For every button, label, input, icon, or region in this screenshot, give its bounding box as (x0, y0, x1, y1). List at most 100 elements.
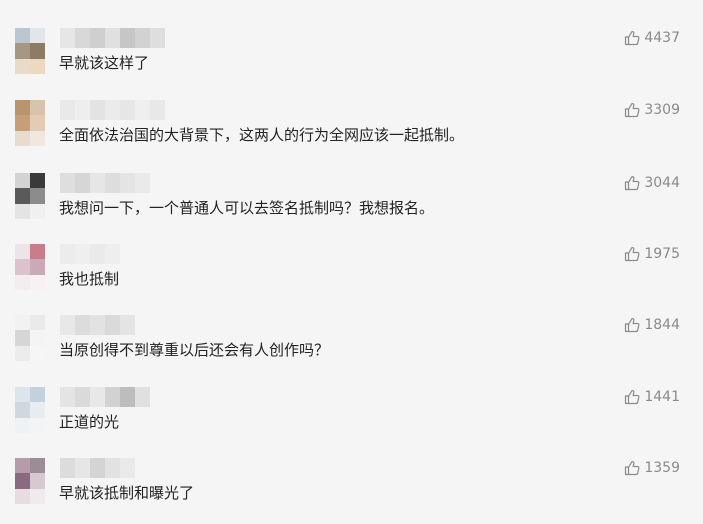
comment-item: 早就该抵制和曝光了 1359 (0, 430, 703, 504)
username-blurred[interactable] (60, 387, 150, 407)
like-button[interactable]: 1844 (624, 317, 680, 333)
avatar-pixel (30, 130, 45, 146)
thumbs-up-icon (624, 175, 640, 191)
username-pixel (60, 244, 75, 264)
like-button[interactable]: 1975 (624, 246, 680, 262)
avatar-pixel (30, 43, 45, 59)
username-pixel (90, 387, 105, 407)
username-pixel (120, 28, 135, 48)
username-pixel (75, 244, 90, 264)
avatar-pixel (30, 458, 45, 474)
avatar-pixel (30, 259, 45, 275)
username-pixel (135, 28, 150, 48)
avatar-pixel (15, 387, 30, 403)
like-button[interactable]: 1441 (624, 389, 680, 405)
username-pixel (120, 173, 135, 193)
like-button[interactable]: 3044 (624, 175, 680, 191)
username-pixel (90, 100, 105, 120)
comment-item: 当原创得不到尊重以后还会有人创作吗？ 1844 (0, 287, 703, 361)
like-count: 4437 (644, 30, 680, 46)
username-pixel (60, 100, 75, 120)
username-pixel (60, 315, 75, 335)
avatar-pixel (30, 402, 45, 418)
username-pixel (135, 387, 150, 407)
avatar-pixel (15, 259, 30, 275)
avatar-pixel (15, 28, 30, 44)
username-pixel (60, 387, 75, 407)
avatar-pixel (30, 473, 45, 489)
username-pixel (105, 315, 120, 335)
avatar-pixel (15, 402, 30, 418)
username-blurred[interactable] (60, 28, 165, 48)
avatar-pixel (15, 458, 30, 474)
username-pixel (60, 458, 75, 478)
username-pixel (120, 387, 135, 407)
username-pixel (75, 100, 90, 120)
comment-item: 我也抵制 1975 (0, 216, 703, 290)
username-blurred[interactable] (60, 100, 165, 120)
comment-list: 早就该这样了 4437 全面依法治国的大背景下，这两人的行为全网应该一起抵制。 … (0, 0, 703, 524)
username-pixel (120, 458, 135, 478)
avatar[interactable] (15, 387, 45, 433)
comment-item: 正道的光 1441 (0, 359, 703, 433)
comment-item: 我想问一下，一个普通人可以去签名抵制吗？我想报名。 3044 (0, 145, 703, 219)
avatar-pixel (30, 115, 45, 131)
like-count: 3044 (644, 175, 680, 191)
avatar[interactable] (15, 100, 45, 146)
username-pixel (120, 315, 135, 335)
avatar[interactable] (15, 315, 45, 361)
username-pixel (150, 100, 165, 120)
username-pixel (75, 315, 90, 335)
avatar-pixel (15, 115, 30, 131)
username-pixel (105, 244, 120, 264)
thumbs-up-icon (624, 389, 640, 405)
comment-text: 正道的光 (59, 413, 120, 431)
username-pixel (105, 100, 120, 120)
avatar[interactable] (15, 28, 45, 74)
like-count: 1844 (644, 317, 680, 333)
username-pixel (60, 28, 75, 48)
avatar-pixel (15, 244, 30, 260)
username-pixel (105, 28, 120, 48)
avatar-pixel (15, 100, 30, 116)
username-pixel (75, 387, 90, 407)
username-blurred[interactable] (60, 458, 135, 478)
username-pixel (135, 173, 150, 193)
avatar-pixel (30, 330, 45, 346)
avatar-pixel (15, 488, 30, 504)
thumbs-up-icon (624, 460, 640, 476)
username-pixel (60, 173, 75, 193)
comment-text: 早就该这样了 (59, 54, 150, 72)
username-pixel (105, 458, 120, 478)
comment-item: 早就该这样了 4437 (0, 0, 703, 74)
comment-text: 我想问一下，一个普通人可以去签名抵制吗？我想报名。 (59, 199, 435, 217)
avatar-pixel (15, 173, 30, 189)
username-pixel (135, 100, 150, 120)
username-blurred[interactable] (60, 173, 150, 193)
avatar-pixel (30, 173, 45, 189)
like-count: 3309 (644, 102, 680, 118)
username-pixel (75, 173, 90, 193)
avatar-pixel (15, 330, 30, 346)
avatar[interactable] (15, 458, 45, 504)
thumbs-up-icon (624, 317, 640, 333)
avatar[interactable] (15, 173, 45, 219)
avatar[interactable] (15, 244, 45, 290)
username-pixel (90, 244, 105, 264)
like-button[interactable]: 4437 (624, 30, 680, 46)
avatar-pixel (30, 244, 45, 260)
like-button[interactable]: 1359 (624, 460, 680, 476)
like-button[interactable]: 3309 (624, 102, 680, 118)
avatar-pixel (15, 130, 30, 146)
username-pixel (105, 173, 120, 193)
avatar-pixel (15, 43, 30, 59)
avatar-pixel (30, 188, 45, 204)
username-blurred[interactable] (60, 315, 135, 335)
username-blurred[interactable] (60, 244, 120, 264)
comment-text: 当原创得不到尊重以后还会有人创作吗？ (59, 341, 330, 359)
avatar-pixel (30, 488, 45, 504)
avatar-pixel (30, 315, 45, 331)
comment-text: 全面依法治国的大背景下，这两人的行为全网应该一起抵制。 (59, 126, 465, 144)
avatar-pixel (15, 188, 30, 204)
username-pixel (90, 315, 105, 335)
